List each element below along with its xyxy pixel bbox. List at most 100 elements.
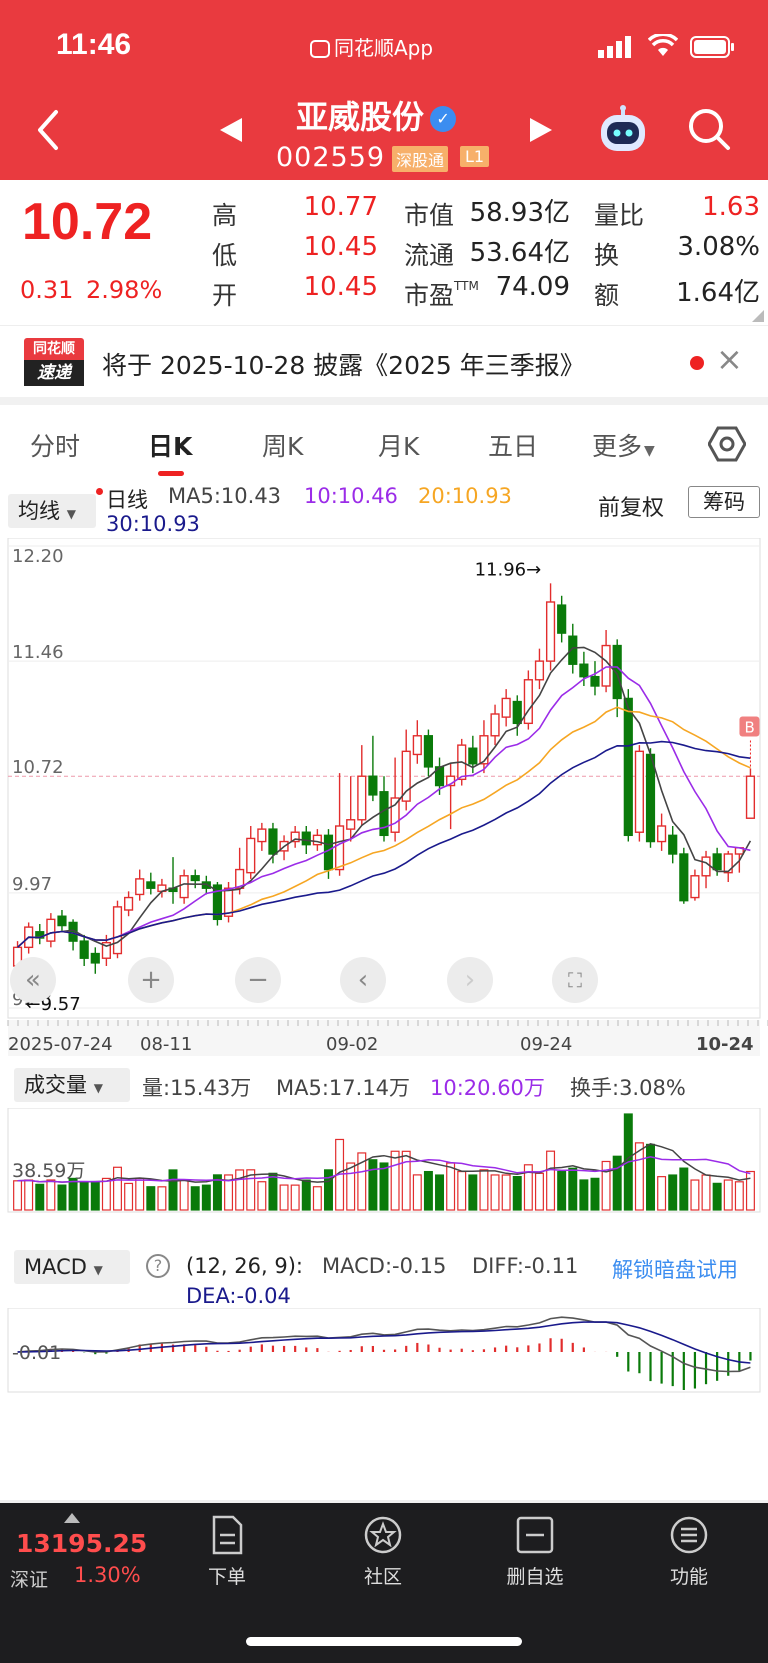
volume-bar (712, 1182, 722, 1211)
tab-timeshare[interactable]: 分时 (30, 427, 80, 463)
candle-body (246, 837, 256, 874)
close-icon[interactable]: × (716, 340, 743, 378)
x-tick-label: 10-24 (696, 1034, 754, 1055)
notice-dot (690, 356, 704, 370)
stock-code: 002559 (276, 142, 386, 173)
volume-bar (668, 1174, 678, 1211)
quote-panel: 10.72 0.31 2.98% 高 10.77 低 10.45 开 10.45… (0, 180, 768, 325)
volume-value: 量:15.43万 (142, 1076, 252, 1100)
settings-hexagon-icon[interactable] (707, 425, 747, 467)
remove-watchlist-button[interactable]: 删自选 (480, 1515, 590, 1589)
volume-bar (490, 1174, 500, 1211)
volume-bar (190, 1186, 200, 1211)
volume-chart[interactable] (0, 1108, 768, 1218)
fullscreen-icon[interactable]: ⛶ (552, 957, 598, 1003)
candle-body (534, 660, 545, 681)
candle-body (745, 775, 756, 819)
macd-chart[interactable] (0, 1308, 768, 1418)
chart-area: 均线 ▼ 日线 MA5:10.43 10:10.46 20:10.93 30:1… (0, 480, 768, 1500)
search-icon[interactable] (686, 106, 732, 156)
home-indicator (246, 1637, 522, 1646)
volume-bar (579, 1179, 589, 1211)
help-icon[interactable]: ? (146, 1254, 170, 1278)
volume-bar (612, 1155, 622, 1211)
ma-indicator-select[interactable]: 均线 ▼ (8, 494, 96, 528)
next-stock-button[interactable] (528, 116, 554, 148)
order-button[interactable]: 下单 (172, 1515, 282, 1589)
high-label: 高 (212, 201, 238, 230)
prev-stock-button[interactable] (218, 116, 244, 148)
volume-bar (113, 1166, 122, 1211)
period-label: 日线 (106, 488, 148, 512)
candle-body (257, 828, 267, 843)
volume-bar (601, 1160, 611, 1211)
volume-bar (390, 1150, 400, 1211)
candle-body (490, 713, 500, 737)
volume-bar (201, 1184, 211, 1211)
diff-value: DIFF:-0.11 (472, 1254, 579, 1278)
menu-circle-icon (670, 1516, 708, 1554)
community-button[interactable]: 社区 (328, 1515, 438, 1589)
report-notice-banner[interactable]: 同花顺 速递 将于 2025-10-28 披露《2025 年三季报》 × (0, 325, 768, 397)
back-button[interactable] (34, 108, 62, 156)
volume-bar (723, 1179, 733, 1211)
candle-body (645, 753, 656, 843)
tab-weekly-k[interactable]: 周K (262, 427, 303, 463)
volume-bar (90, 1181, 100, 1211)
volume-bar (657, 1176, 667, 1211)
amount-value: 1.64亿 (676, 278, 760, 308)
chips-button[interactable]: 筹码 (688, 486, 760, 518)
tab-five-day[interactable]: 五日 (488, 427, 538, 463)
volume-indicator-select[interactable]: 成交量 ▼ (14, 1068, 130, 1102)
candle-body (601, 644, 611, 687)
scroll-right-icon[interactable]: › (447, 957, 493, 1003)
candle-body (657, 825, 667, 843)
volume-ratio-value: 1.63 (702, 192, 760, 222)
ma20-label: 20:10.93 (418, 484, 512, 508)
volume-bar (690, 1179, 700, 1211)
period-dot (96, 488, 103, 495)
scroll-left-icon[interactable]: ‹ (340, 957, 386, 1003)
tab-daily-k[interactable]: 日K (148, 427, 192, 463)
volume-bar (468, 1174, 478, 1211)
candle-body (557, 604, 567, 634)
status-app-name: 同花顺App (310, 32, 433, 61)
index-up-arrow-icon (64, 1513, 80, 1523)
volume-bar (24, 1179, 34, 1211)
candle-body (57, 915, 67, 927)
adjust-label[interactable]: 前复权 (598, 490, 664, 522)
candle-body (312, 834, 322, 846)
volume-ratio-label: 量比 (594, 201, 645, 230)
index-pct: 1.30% (74, 1563, 141, 1587)
chevron-down-icon: ▼ (66, 507, 76, 521)
volume-bar (157, 1186, 167, 1211)
volume-bar (701, 1174, 711, 1211)
wifi-icon (647, 32, 679, 62)
high-value: 10.77 (303, 192, 378, 222)
volume-bar (745, 1170, 755, 1211)
functions-button[interactable]: 功能 (634, 1515, 744, 1589)
zoom-out-icon[interactable]: − (235, 957, 281, 1003)
ma10-label: 10:10.46 (304, 484, 398, 508)
float-label: 流通 (404, 241, 455, 270)
candle-body (501, 697, 511, 718)
unlock-link[interactable]: 解锁暗盘试用 (612, 1254, 738, 1284)
scroll-left-fast-icon[interactable]: « (10, 957, 56, 1003)
volume-bar (68, 1177, 78, 1211)
robot-assistant-icon[interactable] (596, 102, 650, 160)
candle-body (135, 878, 145, 896)
macd-indicator-select[interactable]: MACD ▼ (14, 1250, 130, 1284)
connect-badge: 深股通 (392, 146, 449, 172)
tab-more[interactable]: 更多 ▼ (592, 427, 655, 463)
index-value[interactable]: 13195.25 (16, 1529, 147, 1558)
signal-icon (598, 36, 634, 62)
candle-body (46, 918, 56, 942)
expand-corner-icon[interactable] (752, 310, 764, 322)
volume-turnover: 换手:3.08% (570, 1076, 686, 1100)
app-header: 11:46 同花顺App 亚威股份 ✓ 002559 深股通 L1 (0, 0, 768, 180)
tab-monthly-k[interactable]: 月K (378, 427, 419, 463)
volume-bar (346, 1162, 356, 1211)
y-tick-label: 10.72 (12, 757, 64, 778)
candle-body (668, 834, 678, 855)
zoom-in-icon[interactable]: + (128, 957, 174, 1003)
